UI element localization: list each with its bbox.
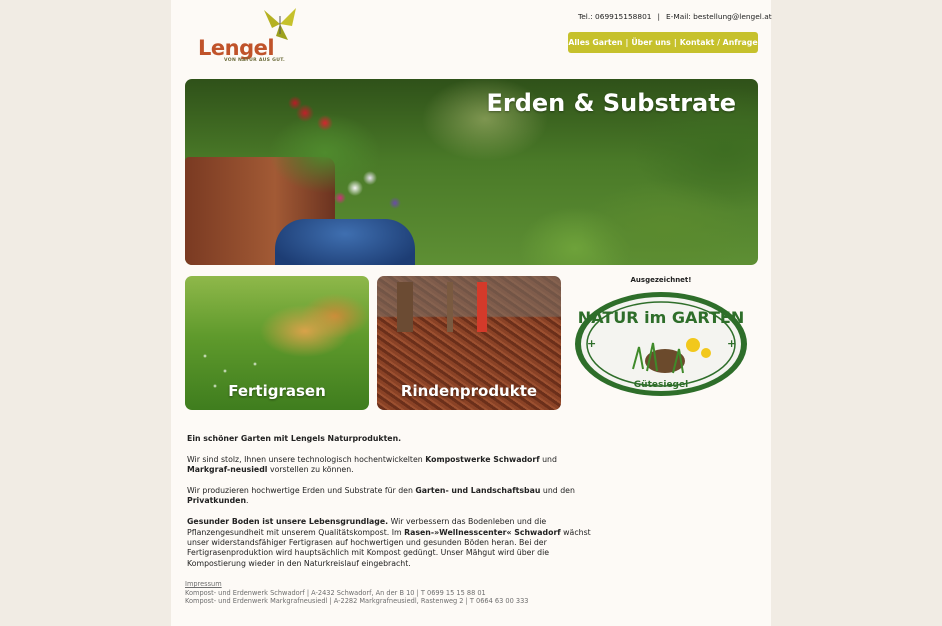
impressum-link[interactable]: Impressum <box>185 580 528 589</box>
svg-text:+: + <box>727 337 736 350</box>
seal-subtext: Gütesiegel <box>634 380 688 390</box>
nav-divider: | <box>673 38 677 47</box>
natur-im-garten-seal-icon[interactable]: + + NATUR im GARTEN Gütesiegel <box>573 289 749 399</box>
footer: Impressum Kompost- und Erdenwerk Schwado… <box>185 580 528 606</box>
tile-rindenprodukte-label: Rindenprodukte <box>400 382 538 400</box>
tile-fertigrasen-label: Fertigrasen <box>228 382 326 400</box>
contact-separator: | <box>657 12 660 21</box>
phone-number[interactable]: Tel.: 069915158801 <box>578 12 651 21</box>
hero-banner: Erden & Substrate <box>185 79 758 265</box>
hero-title: Erden & Substrate <box>486 89 736 117</box>
main-navigation: Alles Garten | Über uns | Kontakt / Anfr… <box>568 32 758 53</box>
svg-text:+: + <box>587 337 596 350</box>
tile-fertigrasen[interactable]: Fertigrasen <box>185 276 369 410</box>
products-paragraph: Wir produzieren hochwertige Erden und Su… <box>187 486 575 506</box>
hero-flowers-image <box>245 83 425 223</box>
main-content: Ein schöner Garten mit Lengels Naturprod… <box>187 434 597 580</box>
playground-image <box>387 282 507 332</box>
award-caption: Ausgezeichnet! <box>630 276 692 284</box>
email-address[interactable]: E-Mail: bestellung@lengel.at <box>666 12 772 21</box>
footer-address-schwadorf: Kompost- und Erdenwerk Schwadorf | A-243… <box>185 588 486 597</box>
logo[interactable]: Lengel VON NATUR AUS GUT. <box>198 6 318 66</box>
tile-rindenprodukte[interactable]: Rindenprodukte <box>377 276 561 410</box>
hero-blue-pot-image <box>275 219 415 265</box>
seal-text: NATUR im GARTEN <box>578 308 744 327</box>
footer-address-markgrafneusiedl: Kompost- und Erdenwerk Markgrafneusiedl … <box>185 597 529 606</box>
soil-paragraph: Gesunder Boden ist unsere Lebensgrundlag… <box>187 517 591 568</box>
intro-paragraph: Wir sind stolz, Ihnen unsere technologis… <box>187 454 557 475</box>
logo-tagline: VON NATUR AUS GUT. <box>224 58 285 63</box>
logo-wordmark: Lengel <box>198 36 275 60</box>
nav-item-ueber-uns[interactable]: Über uns <box>631 38 671 47</box>
nav-divider: | <box>625 38 629 47</box>
nav-item-kontakt[interactable]: Kontakt / Anfrage <box>680 38 758 47</box>
nav-item-alles-garten[interactable]: Alles Garten <box>568 38 622 47</box>
intro-heading: Ein schöner Garten mit Lengels Naturprod… <box>187 434 402 443</box>
contact-info: Tel.: 069915158801 | E-Mail: bestellung@le… <box>578 12 772 21</box>
